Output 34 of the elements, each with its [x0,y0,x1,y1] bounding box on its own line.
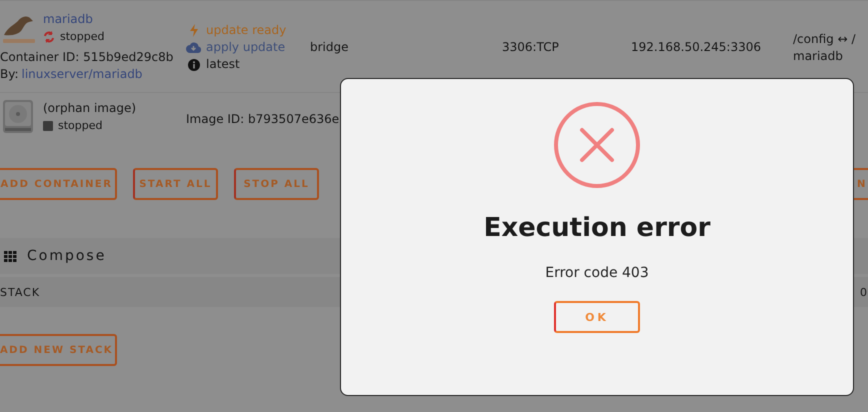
dialog-title: Execution error [484,213,710,243]
update-link[interactable]: update ready [206,22,286,39]
grid-icon [4,250,17,262]
add-stack-button[interactable]: ADD NEW STACK [0,334,117,366]
address-text: 192.168.50.245:3306 [631,39,762,56]
container-id-text: Container ID: 515b9ed29c8b [0,49,174,66]
stop-icon [43,120,53,130]
error-icon [553,101,641,189]
image-name-text: (orphan image) [43,100,136,117]
cloud-download-icon [186,42,201,53]
by-label: By: [0,66,19,83]
refresh-icon [43,30,55,42]
action-button[interactable]: ADD CONTAINER [0,168,117,200]
ok-button[interactable]: OK [554,301,640,333]
action-button[interactable]: STOP ALL [234,168,319,200]
info-icon [188,58,200,70]
action-button[interactable]: START ALL [133,168,218,200]
column-header: STACK [0,286,40,298]
container-name-link[interactable]: mariadb [43,11,104,28]
image-id-text: Image ID: b793507e636e [186,111,340,128]
port-text: 3306:TCP [502,39,559,56]
section-title: Compose [27,248,106,264]
hard-drive-icon [3,100,33,133]
update-status-text: latest [206,56,240,73]
lightning-icon [188,24,198,37]
column-header: 0 [860,286,868,298]
status-text: stopped [60,29,104,45]
update-link[interactable]: apply update [206,39,286,56]
image-link[interactable]: linuxserver/mariadb [22,66,142,83]
volume-text: /config ↔ / [793,31,856,48]
dialog-message: Error code 403 [545,265,649,281]
volume-text: mariadb [793,48,843,65]
status-text: stopped [58,118,102,134]
network-text: bridge [310,39,349,56]
